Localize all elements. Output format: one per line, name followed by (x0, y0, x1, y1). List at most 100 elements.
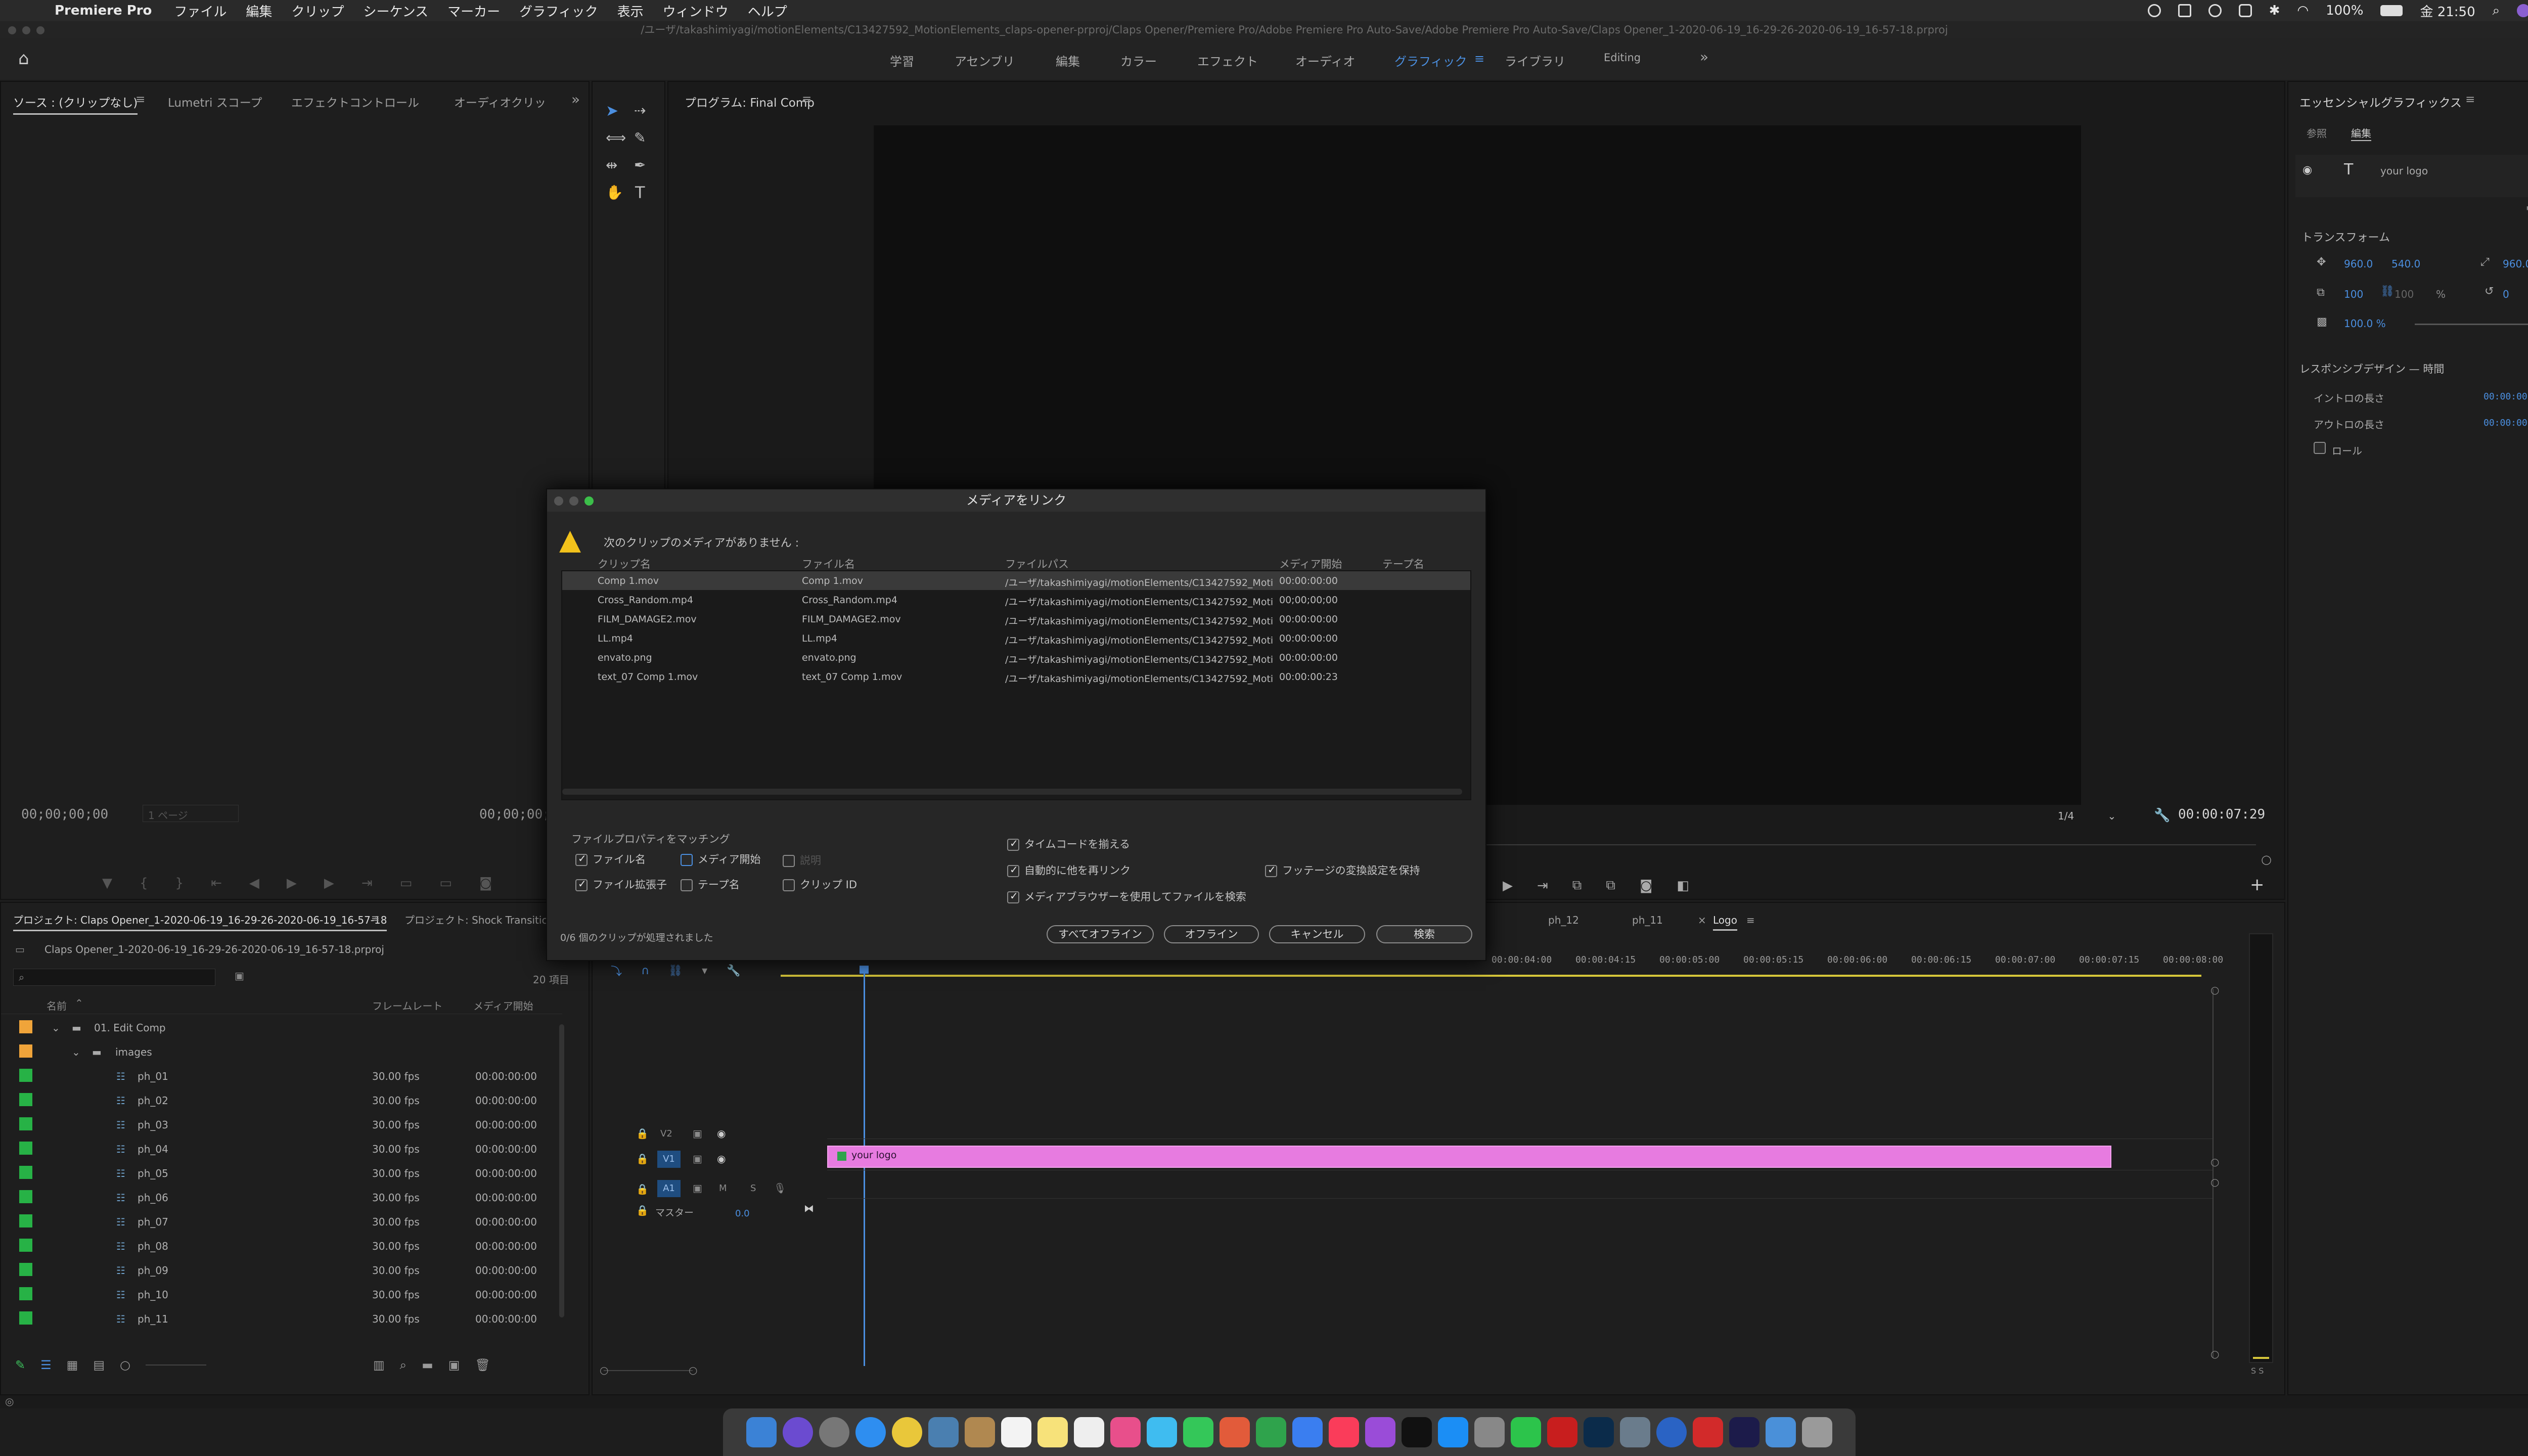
option-clip-id[interactable]: クリップ ID (783, 877, 857, 892)
siri-icon[interactable] (783, 1417, 813, 1447)
col-name-header[interactable]: 名前 (47, 998, 67, 1013)
table-row[interactable]: envato.png envato.png/ユーザ/takashimiyagi/m… (562, 648, 1470, 667)
relink-others-checkbox[interactable] (1007, 863, 1019, 877)
mark-in-icon[interactable]: { (140, 876, 148, 891)
menu-sequence[interactable]: シーケンス (363, 2, 428, 20)
premiere-pro-icon[interactable] (1729, 1417, 1759, 1447)
freeform-view-icon[interactable]: ▤ (93, 1358, 105, 1372)
table-row[interactable]: Cross_Random.mp4 Cross_Random.mp4/ユーザ/tak… (562, 590, 1470, 609)
menu-file[interactable]: ファイル (174, 2, 227, 20)
table-row[interactable]: ☷ ph_10 30.00 fps 00:00:00:00 (1, 1282, 562, 1306)
photoshop-icon[interactable] (1584, 1417, 1614, 1447)
linked-selection-icon[interactable]: ⛓ (668, 965, 683, 977)
lock-icon[interactable]: 🔒 (636, 1153, 649, 1165)
position-y[interactable]: 540.0 (2391, 258, 2420, 270)
step-back-icon[interactable]: ◀ (249, 876, 259, 891)
facetime-icon[interactable] (1183, 1417, 1213, 1447)
photos-icon[interactable] (1110, 1417, 1141, 1447)
workspace-edit[interactable]: 編集 (1056, 52, 1080, 69)
lock-icon[interactable]: 🔒 (636, 1127, 649, 1140)
track-v2-label[interactable]: V2 (660, 1128, 672, 1139)
work-area-bar[interactable] (781, 975, 2201, 977)
wifi-icon[interactable]: ◠ (2297, 3, 2309, 18)
lift-icon[interactable]: ⧉ (1572, 878, 1582, 893)
preview-icon[interactable] (928, 1417, 959, 1447)
scroll-handle-bottom[interactable]: ○ (2210, 1348, 2219, 1360)
preserve-interpret-checkbox[interactable] (1265, 863, 1277, 877)
col-file-name[interactable]: ファイル名 (802, 556, 855, 571)
scroll-handle[interactable]: ○ (2210, 1176, 2219, 1188)
table-row[interactable]: ☷ ph_07 30.00 fps 00:00:00:00 (1, 1209, 562, 1234)
align-timecode-checkbox[interactable] (1007, 837, 1019, 851)
tab-sequence-logo[interactable]: Logo (1713, 914, 1737, 931)
numbers-icon[interactable] (1256, 1417, 1286, 1447)
eg-tab-browse[interactable]: 参照 (2307, 125, 2327, 140)
col-tape-name[interactable]: テープ名 (1382, 556, 1424, 571)
timeline-vertical-scrollbar[interactable] (2213, 989, 2214, 1358)
master-volume[interactable]: 0.0 (735, 1208, 750, 1219)
zoom-slider-handle[interactable]: ○ (120, 1358, 130, 1372)
workspace-editing[interactable]: Editing (1604, 52, 1641, 64)
menu-edit[interactable]: 編集 (246, 2, 272, 20)
table-row[interactable]: ☷ ph_11 30.00 fps 00:00:00:00 (1, 1306, 562, 1331)
find-icon[interactable]: ⌕ (400, 1358, 407, 1372)
anchor-x[interactable]: 960.0 (2503, 258, 2528, 270)
label-color-swatch[interactable] (19, 1311, 32, 1325)
window-zoom-button[interactable] (36, 26, 44, 34)
new-item-icon[interactable]: ▣ (448, 1358, 460, 1372)
program-timecode[interactable]: 00:00:07:29 (2178, 807, 2265, 822)
tab-program[interactable]: プログラム: Final Comp (685, 93, 815, 110)
keynote-icon[interactable] (1292, 1417, 1323, 1447)
safari-icon[interactable] (855, 1417, 886, 1447)
program-scrub-bar[interactable] (1467, 836, 2256, 845)
description-checkbox[interactable] (783, 855, 795, 867)
downloads-folder-icon[interactable] (1766, 1417, 1796, 1447)
music-icon[interactable] (1329, 1417, 1359, 1447)
sync-lock-icon[interactable]: ▣ (693, 1182, 702, 1194)
add-marker-icon[interactable]: ▾ (702, 965, 707, 977)
project-scrollbar[interactable] (559, 1024, 564, 1317)
list-item[interactable]: ⌄ ▬ 01. Edit Comp (1, 1015, 562, 1039)
new-folder-icon[interactable]: ▬ (2526, 201, 2528, 213)
sort-ascending-icon[interactable]: ⌃ (75, 997, 83, 1009)
media-start-checkbox[interactable] (681, 854, 693, 866)
option-preserve-interpret[interactable]: フッテージの変換設定を保持 (1265, 862, 1420, 878)
export-frame-icon[interactable]: ◙ (479, 876, 492, 891)
tab-project-main[interactable]: プロジェクト: Claps Opener_1-2020-06-19_16-29-… (13, 912, 387, 931)
zoom-handle-left[interactable]: ○ (600, 1364, 608, 1376)
insert-nest-icon[interactable]: ⤵ (611, 963, 622, 979)
opacity-value[interactable]: 100.0 % (2344, 317, 2386, 330)
go-to-out-icon[interactable]: ⇥ (1537, 878, 1548, 893)
option-align-timecode[interactable]: タイムコードを揃える (1007, 836, 1130, 851)
mark-out-icon[interactable]: } (175, 876, 184, 891)
tab-source[interactable]: ソース : (クリップなし) (13, 93, 138, 115)
table-row[interactable]: ☷ ph_04 30.00 fps 00:00:00:00 (1, 1136, 562, 1161)
app-status-icon[interactable] (2238, 4, 2252, 17)
menu-window[interactable]: ウィンドウ (663, 2, 729, 20)
type-tool-icon[interactable]: T (635, 183, 645, 202)
table-horizontal-scrollbar[interactable] (562, 789, 1462, 795)
eye-icon[interactable]: ◉ (2303, 164, 2312, 176)
scroll-handle-top[interactable]: ○ (2210, 984, 2219, 996)
acrobat-icon[interactable] (1547, 1417, 1577, 1447)
eg-tab-edit[interactable]: 編集 (2351, 125, 2371, 141)
zoom-select[interactable]: 1/4 ⌄ (2058, 810, 2139, 826)
intro-duration-value[interactable]: 00:00:00:00 (2484, 391, 2528, 402)
new-bin-from-search-icon[interactable]: ▣ (235, 970, 244, 982)
trash-icon[interactable]: 🗑 (475, 1358, 490, 1372)
table-row[interactable]: ☷ ph_08 30.00 fps 00:00:00:00 (1, 1234, 562, 1258)
solo-button[interactable]: S (750, 1183, 756, 1194)
program-playhead-handle[interactable]: ○ (2261, 852, 2272, 867)
finder-icon[interactable] (746, 1417, 777, 1447)
option-filename[interactable]: ファイル名 (575, 851, 646, 867)
label-color-swatch[interactable] (19, 1020, 32, 1033)
insert-icon[interactable]: ▭ (400, 876, 413, 891)
dialog-close-button[interactable] (554, 496, 563, 506)
timeline-clip[interactable]: your logo (827, 1146, 2111, 1168)
tab-effect-controls[interactable]: エフェクトコントロール (291, 93, 419, 110)
play-icon[interactable]: ▶ (287, 876, 297, 891)
siri-icon[interactable] (2517, 4, 2528, 17)
meter-solo-labels[interactable]: S S (2251, 1366, 2264, 1376)
rotation-value[interactable]: 0 (2503, 288, 2509, 300)
table-row[interactable]: ☷ ph_01 30.00 fps 00:00:00:00 (1, 1064, 562, 1088)
